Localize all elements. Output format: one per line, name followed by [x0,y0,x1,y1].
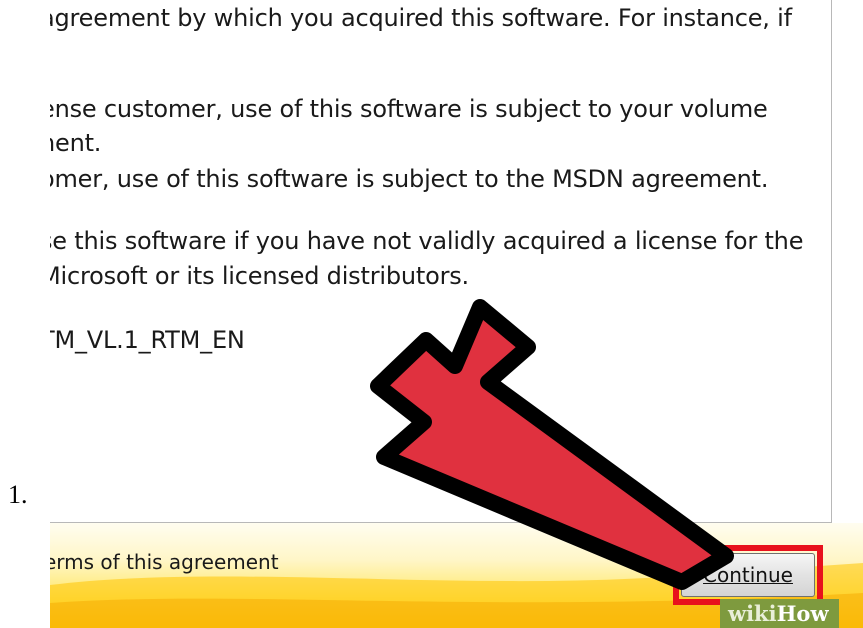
list-marker: 1. [8,480,28,509]
page: 1. agreement by which you acquired this … [0,0,863,628]
installer-screenshot: agreement by which you acquired this sof… [50,0,863,628]
pointer-arrow-icon [370,299,734,590]
